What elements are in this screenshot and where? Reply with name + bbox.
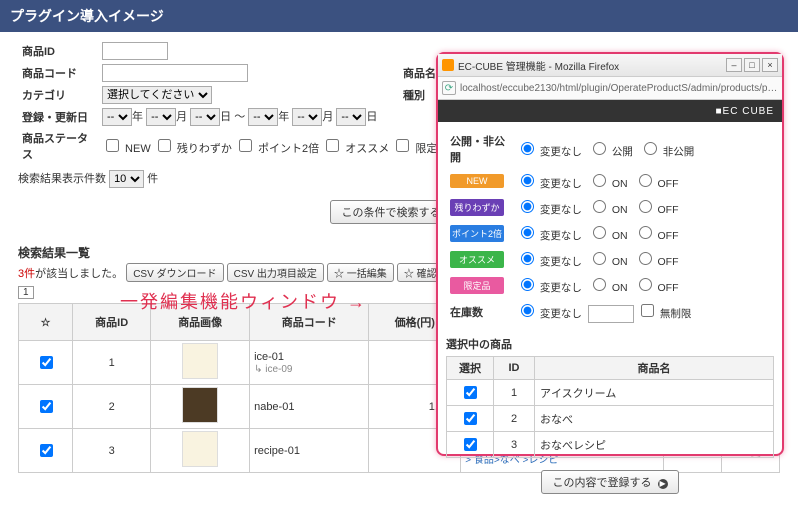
radio-option[interactable]: ON bbox=[588, 230, 628, 242]
radio-option[interactable]: ON bbox=[588, 256, 628, 268]
date-to-year[interactable]: -- bbox=[248, 108, 278, 126]
page-title: プラグイン導入イメージ bbox=[0, 0, 798, 32]
selected-row: 1アイスクリーム bbox=[447, 380, 774, 406]
option-row: オススメ 変更なし ON OFF bbox=[446, 246, 774, 272]
selected-row: 2おなべ bbox=[447, 406, 774, 432]
date-to-month[interactable]: -- bbox=[292, 108, 322, 126]
radio-option[interactable]: 変更なし bbox=[516, 230, 582, 242]
radio-option[interactable]: OFF bbox=[634, 282, 679, 294]
radio-option[interactable]: ON bbox=[588, 178, 628, 190]
toolbar-button[interactable]: ☆ 一括編集 bbox=[327, 263, 394, 282]
radio-option[interactable]: 変更なし bbox=[516, 204, 582, 216]
option-row: 限定品 変更なし ON OFF bbox=[446, 272, 774, 298]
radio-option[interactable]: 変更なし bbox=[516, 282, 582, 294]
toolbar-button[interactable]: CSV ダウンロード bbox=[126, 263, 223, 282]
status-checkbox[interactable]: 残りわずか bbox=[154, 143, 235, 155]
sel-row-checkbox[interactable] bbox=[464, 412, 477, 425]
url-bar[interactable]: ⟳ localhost/eccube2130/html/plugin/Opera… bbox=[438, 77, 782, 100]
row-select-checkbox[interactable] bbox=[40, 444, 53, 457]
minimize-button[interactable]: – bbox=[726, 58, 742, 72]
option-row: 公開・非公開 変更なし 公開 非公開 bbox=[446, 130, 774, 168]
status-tag: オススメ bbox=[450, 251, 504, 268]
radio-option[interactable]: OFF bbox=[634, 204, 679, 216]
radio-option[interactable]: ON bbox=[588, 282, 628, 294]
radio-option[interactable]: 公開 bbox=[588, 146, 633, 158]
reload-icon[interactable]: ⟳ bbox=[442, 81, 456, 95]
thumbnail bbox=[182, 431, 218, 467]
per-page-select[interactable]: 10 bbox=[109, 170, 144, 188]
date-from-month[interactable]: -- bbox=[146, 108, 176, 126]
option-row: 残りわずか 変更なし ON OFF bbox=[446, 194, 774, 220]
radio-option[interactable]: OFF bbox=[634, 178, 679, 190]
stock-qty-input[interactable] bbox=[588, 305, 634, 323]
selected-row: 3おなべレシピ bbox=[447, 432, 774, 458]
col-star: ☆ bbox=[19, 304, 73, 341]
toolbar-button[interactable]: CSV 出力項目設定 bbox=[227, 263, 324, 282]
radio-option[interactable]: 非公開 bbox=[639, 146, 694, 158]
radio-option[interactable]: OFF bbox=[634, 230, 679, 242]
col-id: 商品ID bbox=[73, 304, 151, 341]
thumbnail bbox=[182, 343, 218, 379]
radio-option[interactable]: 変更なし bbox=[516, 146, 582, 158]
date-to-day[interactable]: -- bbox=[336, 108, 366, 126]
radio-option[interactable]: 変更なし bbox=[516, 308, 582, 320]
unlimited-checkbox[interactable]: 無制限 bbox=[637, 308, 691, 320]
bulk-edit-popup: EC-CUBE 管理機能 - Mozilla Firefox – □ × ⟳ l… bbox=[436, 52, 784, 456]
col-img: 商品画像 bbox=[151, 304, 250, 341]
sel-row-checkbox[interactable] bbox=[464, 386, 477, 399]
date-from-year[interactable]: -- bbox=[102, 108, 132, 126]
option-row: NEW 変更なし ON OFF bbox=[446, 168, 774, 194]
selected-products-table: 選択 ID 商品名 1アイスクリーム2おなべ3おなべレシピ bbox=[446, 356, 774, 458]
row-select-checkbox[interactable] bbox=[40, 356, 53, 369]
status-checkbox[interactable]: ポイント2倍 bbox=[235, 143, 322, 155]
radio-option[interactable]: 変更なし bbox=[516, 256, 582, 268]
row-select-checkbox[interactable] bbox=[40, 400, 53, 413]
maximize-button[interactable]: □ bbox=[744, 58, 760, 72]
label-product-code: 商品コード bbox=[18, 62, 98, 84]
firefox-icon bbox=[442, 59, 454, 71]
eccube-logo: ■ EC CUBE bbox=[438, 100, 782, 122]
status-checkbox[interactable]: NEW bbox=[102, 143, 154, 155]
status-tag: 限定品 bbox=[450, 277, 504, 294]
product-id-input[interactable] bbox=[102, 42, 168, 60]
category-select[interactable]: 選択してください bbox=[102, 86, 212, 104]
label-product-id: 商品ID bbox=[18, 40, 98, 62]
close-button[interactable]: × bbox=[762, 58, 778, 72]
date-from-day[interactable]: -- bbox=[190, 108, 220, 126]
radio-option[interactable]: ON bbox=[588, 204, 628, 216]
popup-titlebar: EC-CUBE 管理機能 - Mozilla Firefox – □ × bbox=[438, 54, 782, 77]
selected-products-heading: 選択中の商品 bbox=[446, 336, 774, 352]
option-row: ポイント2倍 変更なし ON OFF bbox=[446, 220, 774, 246]
label-date: 登録・更新日 bbox=[18, 106, 98, 128]
arrow-right-icon: ▶ bbox=[658, 479, 668, 489]
option-row: 在庫数 変更なし 無制限 bbox=[446, 298, 774, 326]
status-checkbox[interactable]: オススメ bbox=[322, 143, 392, 155]
sel-row-checkbox[interactable] bbox=[464, 438, 477, 451]
options-table: 公開・非公開 変更なし 公開 非公開NEW 変更なし ON OFF残りわずか 変… bbox=[446, 130, 774, 326]
product-code-input[interactable] bbox=[102, 64, 248, 82]
status-tag: ポイント2倍 bbox=[450, 225, 504, 242]
thumbnail bbox=[182, 387, 218, 423]
submit-button[interactable]: この内容で登録する ▶ bbox=[541, 470, 678, 494]
radio-option[interactable]: OFF bbox=[634, 256, 679, 268]
col-code: 商品コード bbox=[250, 304, 369, 341]
status-tag: 残りわずか bbox=[450, 199, 504, 216]
pager-current[interactable]: 1 bbox=[18, 286, 34, 299]
label-category: カテゴリ bbox=[18, 84, 98, 106]
status-tag: NEW bbox=[450, 174, 504, 188]
radio-option[interactable]: 変更なし bbox=[516, 178, 582, 190]
label-status: 商品ステータス bbox=[18, 128, 98, 164]
